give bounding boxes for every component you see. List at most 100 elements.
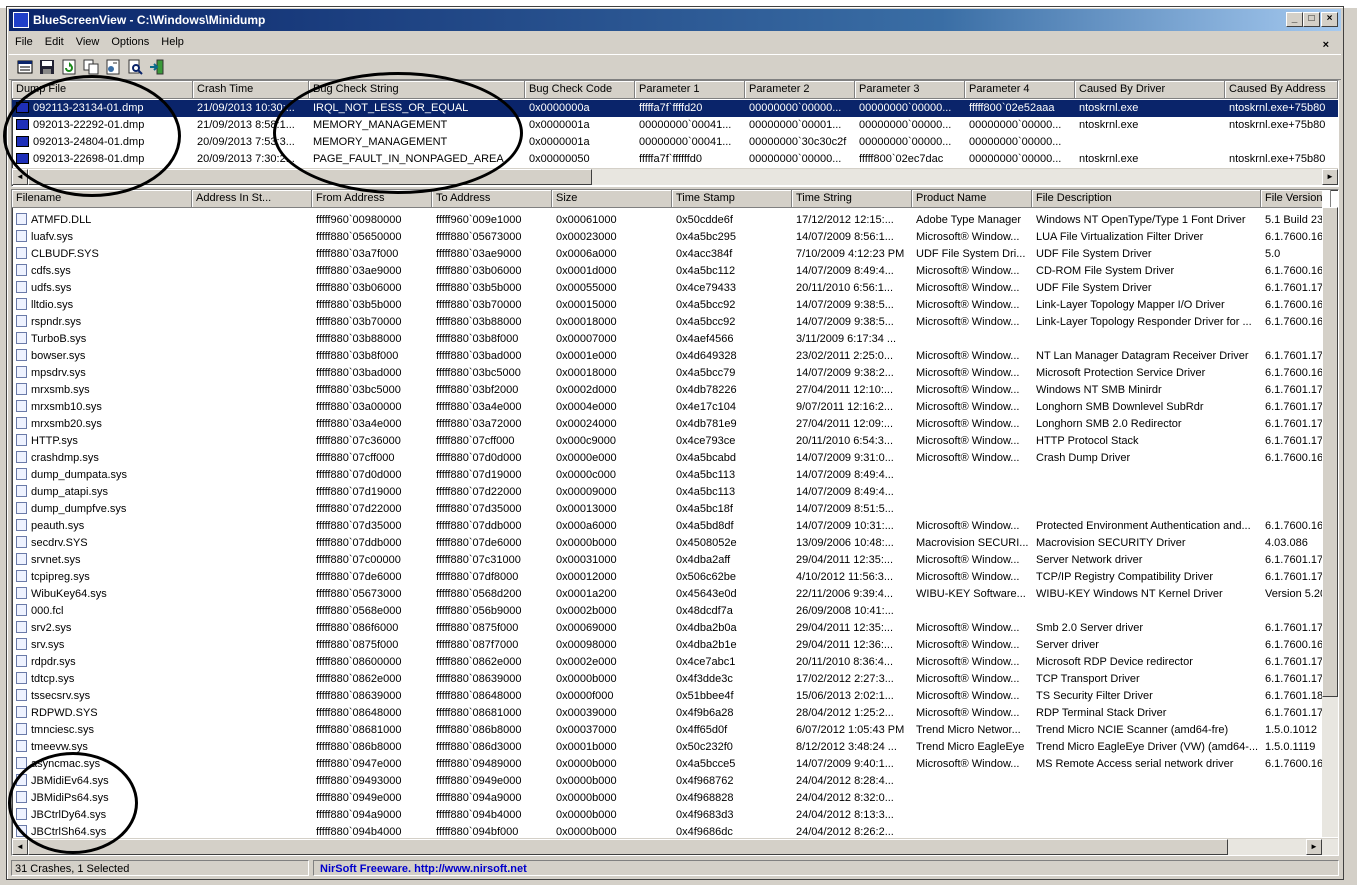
crash-list[interactable]: Dump File Crash Time Bug Check String Bug C… [11, 80, 1339, 187]
crashes-row[interactable]: 092013-22698-01.dmp 20/09/2013 7:30:2... P… [12, 151, 1338, 168]
drivers-row[interactable]: mrxsmb20.sys fffff880`03a4e000 fffff880`03… [12, 416, 1331, 433]
drivers-row[interactable]: crashdmp.sys fffff880`07cff000 fffff880`07… [12, 450, 1331, 467]
drivers-row[interactable]: JBMidiPs64.sys fffff880`0949e000 fffff880`… [12, 790, 1331, 807]
drivers-col-header[interactable]: Time String [792, 190, 912, 207]
crashes-col-header[interactable]: Bug Check Code [525, 81, 635, 98]
drivers-cell-text: 6.1.7600.163 [1265, 265, 1330, 277]
drivers-row[interactable]: dump_atapi.sys fffff880`07d19000 fffff880`… [12, 484, 1331, 501]
drivers-row[interactable]: tssecsrv.sys fffff880`08639000 fffff880`08… [12, 688, 1331, 705]
drivers-row[interactable]: dump_dumpfve.sys fffff880`07d22000 fffff88… [12, 501, 1331, 518]
scroll-left-arrow-icon[interactable]: ◄ [12, 839, 28, 855]
drivers-row[interactable]: lltdio.sys fffff880`03b5b000 fffff880`03b7… [12, 297, 1331, 314]
crashes-col-header[interactable]: Crash Time [193, 81, 309, 98]
drivers-col-header[interactable]: File Description [1032, 190, 1261, 207]
crashes-col-header[interactable]: Caused By Driver [1075, 81, 1225, 98]
scroll-left-arrow-icon[interactable]: ◄ [12, 169, 28, 185]
drivers-row[interactable]: JBMidiEv64.sys fffff880`09493000 fffff880`… [12, 773, 1331, 790]
drivers-row[interactable]: srvnet.sys fffff880`07c00000 fffff880`07c3… [12, 552, 1331, 569]
drivers-row[interactable]: tmnciesc.sys fffff880`08681000 fffff880`08… [12, 722, 1331, 739]
drivers-row[interactable]: TurboB.sys fffff880`03b88000 fffff880`03b8… [12, 331, 1331, 348]
drivers-cell-text: fffff880`08681000 [436, 707, 522, 719]
exit-icon[interactable] [149, 59, 165, 75]
save-icon[interactable] [39, 59, 55, 75]
menu-edit[interactable]: Edit [39, 33, 70, 51]
crashes-cell: ntoskrnl.exe [1075, 117, 1225, 134]
drivers-col-header[interactable]: To Address [432, 190, 552, 207]
drivers-cell: RDP Terminal Stack Driver [1032, 705, 1261, 722]
close-button[interactable]: × [1321, 12, 1338, 27]
nirsoft-link[interactable]: NirSoft Freeware. http://www.nirsoft.net [313, 860, 1339, 876]
drivers-row[interactable]: HTTP.sys fffff880`07c36000 fffff880`07cff0… [12, 433, 1331, 450]
drivers-col-header[interactable]: Size [552, 190, 672, 207]
crash-list-hscrollbar[interactable]: ◄ ► [12, 168, 1338, 185]
driver-list[interactable]: Filename Address In St... From Address To A… [11, 189, 1339, 856]
menu-help[interactable]: Help [155, 33, 190, 51]
menu-file[interactable]: File [9, 33, 39, 51]
drivers-row[interactable]: rspndr.sys fffff880`03b70000 fffff880`03b8… [12, 314, 1331, 331]
drivers-col-header[interactable]: From Address [312, 190, 432, 207]
menu-close-icon[interactable]: × [1317, 36, 1335, 54]
crashes-col-header[interactable]: Parameter 1 [635, 81, 745, 98]
copy-icon[interactable] [83, 59, 99, 75]
vscroll-thumb[interactable] [1322, 207, 1338, 697]
driver-list-vscrollbar[interactable] [1322, 207, 1338, 837]
drivers-cell: 6.1.7601.179 [1261, 569, 1331, 586]
drivers-row[interactable]: srv2.sys fffff880`086f6000 fffff880`0875f0… [12, 620, 1331, 637]
drivers-row[interactable]: asyncmac.sys fffff880`0947e000 fffff880`09… [12, 756, 1331, 773]
drivers-row[interactable]: secdrv.SYS fffff880`07ddb000 fffff880`07de… [12, 535, 1331, 552]
menu-options[interactable]: Options [105, 33, 155, 51]
drivers-row[interactable]: mrxsmb.sys fffff880`03bc5000 fffff880`03bf… [12, 382, 1331, 399]
scroll-right-arrow-icon[interactable]: ► [1306, 839, 1322, 855]
drivers-row[interactable]: JBCtrlDy64.sys fffff880`094a9000 fffff880`… [12, 807, 1331, 824]
drivers-row[interactable]: tmeevw.sys fffff880`086b8000 fffff880`086d… [12, 739, 1331, 756]
crashes-row[interactable]: 092013-22292-01.dmp 21/09/2013 8:58:1... M… [12, 117, 1338, 134]
drivers-row[interactable]: dump_dumpata.sys fffff880`07d0d000 fffff88… [12, 467, 1331, 484]
drivers-row[interactable]: CLBUDF.SYS fffff880`03a7f000 fffff880`03ae… [12, 246, 1331, 263]
drivers-row[interactable]: peauth.sys fffff880`07d35000 fffff880`07dd… [12, 518, 1331, 535]
drivers-cell [192, 263, 312, 280]
drivers-row[interactable]: ATMFD.DLL fffff960`00980000 fffff960`009e1… [12, 212, 1331, 229]
refresh-icon[interactable] [61, 59, 77, 75]
drivers-col-header[interactable]: Filename [12, 190, 192, 207]
drivers-cell: tdtcp.sys [12, 671, 192, 688]
crashes-col-header[interactable]: Bug Check String [309, 81, 525, 98]
drivers-col-header[interactable]: File Version [1261, 190, 1331, 207]
drivers-row[interactable]: udfs.sys fffff880`03b06000 fffff880`03b5b0… [12, 280, 1331, 297]
crashes-col-header[interactable]: Dump File [12, 81, 193, 98]
menu-view[interactable]: View [70, 33, 106, 51]
properties-icon[interactable] [17, 59, 33, 75]
drivers-col-header[interactable]: Address In St... [192, 190, 312, 207]
crashes-col-header[interactable]: Parameter 4 [965, 81, 1075, 98]
drivers-cell-text: fffff880`07c31000 [436, 554, 521, 566]
minimize-button[interactable]: _ [1286, 12, 1303, 27]
drivers-row[interactable]: srv.sys fffff880`0875f000 fffff880`087f700… [12, 637, 1331, 654]
crashes-row[interactable]: 092013-24804-01.dmp 20/09/2013 7:53:3... M… [12, 134, 1338, 151]
html-report-icon[interactable] [105, 59, 121, 75]
scroll-right-arrow-icon[interactable]: ► [1322, 169, 1338, 185]
crashes-col-header[interactable]: Parameter 3 [855, 81, 965, 98]
scroll-thumb[interactable] [28, 169, 592, 185]
drivers-cell-text: 0x0000b000 [556, 809, 617, 821]
maximize-button[interactable]: □ [1303, 12, 1320, 27]
crashes-col-header[interactable]: Caused By Address [1225, 81, 1338, 98]
drivers-row[interactable]: tcpipreg.sys fffff880`07de6000 fffff880`07… [12, 569, 1331, 586]
title-bar[interactable]: BlueScreenView - C:\Windows\Minidump _ □… [9, 9, 1341, 31]
drivers-row[interactable]: bowser.sys fffff880`03b8f000 fffff880`03ba… [12, 348, 1331, 365]
drivers-row[interactable]: rdpdr.sys fffff880`08600000 fffff880`0862e… [12, 654, 1331, 671]
driver-list-hscrollbar[interactable]: ◄ ► [12, 838, 1338, 855]
drivers-row[interactable]: RDPWD.SYS fffff880`08648000 fffff880`08681… [12, 705, 1331, 722]
drivers-row[interactable]: luafv.sys fffff880`05650000 fffff880`05673… [12, 229, 1331, 246]
drivers-row[interactable]: mpsdrv.sys fffff880`03bad000 fffff880`03bc… [12, 365, 1331, 382]
scroll-thumb[interactable] [28, 839, 1228, 855]
drivers-col-header[interactable]: Product Name [912, 190, 1032, 207]
drivers-row[interactable]: cdfs.sys fffff880`03ae9000 fffff880`03b060… [12, 263, 1331, 280]
drivers-col-header[interactable]: Time Stamp [672, 190, 792, 207]
crashes-col-header[interactable]: Parameter 2 [745, 81, 855, 98]
drivers-row[interactable]: mrxsmb10.sys fffff880`03a00000 fffff880`03… [12, 399, 1331, 416]
drivers-row[interactable]: 000.fcl fffff880`0568e000 fffff880`056b900… [12, 603, 1331, 620]
drivers-row[interactable]: WibuKey64.sys fffff880`05673000 fffff880`0… [12, 586, 1331, 603]
find-icon[interactable] [127, 59, 143, 75]
drivers-cell: fffff880`03b06000 [432, 263, 552, 280]
crashes-row[interactable]: 092113-23134-01.dmp 21/09/2013 10:30:... I… [12, 100, 1338, 117]
drivers-row[interactable]: tdtcp.sys fffff880`0862e000 fffff880`08639… [12, 671, 1331, 688]
